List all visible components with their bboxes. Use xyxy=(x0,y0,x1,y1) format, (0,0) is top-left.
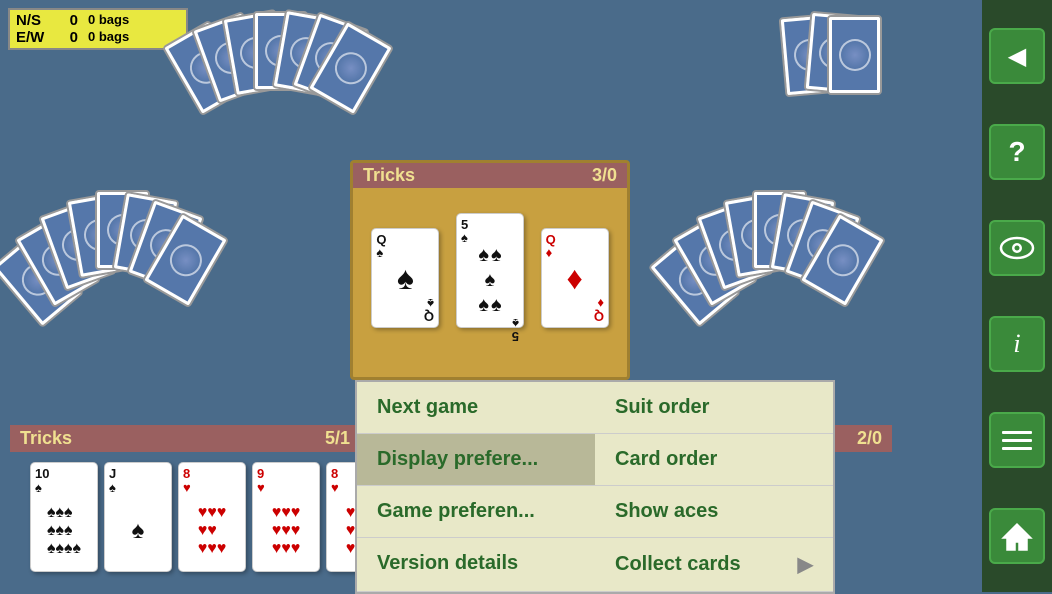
home-icon xyxy=(1001,520,1033,552)
hamburger-icon xyxy=(1002,429,1032,451)
menu-show-aces[interactable]: Show aces xyxy=(595,486,833,538)
menu-next-game[interactable]: Next game xyxy=(357,382,595,434)
home-button[interactable] xyxy=(989,508,1045,564)
menu-card-order[interactable]: Card order xyxy=(595,434,833,486)
east-card xyxy=(827,15,882,95)
game-area: N/S 0 0 bags E/W 0 0 bags xyxy=(0,0,982,592)
eye-icon xyxy=(999,236,1035,260)
south-card-1[interactable]: 10♠ ♠♠♠♠♠♠♠♠♠♠ xyxy=(30,462,98,572)
collect-cards-label: Collect cards xyxy=(615,553,741,576)
center-tricks-bar: Tricks 3/0 xyxy=(353,163,627,188)
menu-grid: Next game Suit order Display prefere... … xyxy=(357,382,833,592)
menu-suit-order[interactable]: Suit order xyxy=(595,382,833,434)
east-hand xyxy=(667,190,887,340)
menu-collect-cards[interactable]: Collect cards ▶ xyxy=(595,538,833,592)
ns-bags: 0 bags xyxy=(88,12,129,29)
west-hand xyxy=(10,190,230,340)
bottom-tricks-value: 5/1 xyxy=(325,428,350,449)
back-button[interactable]: ◀ xyxy=(989,28,1045,84)
ns-score: 0 xyxy=(58,12,78,29)
ew-score-row: E/W 0 0 bags xyxy=(16,29,180,46)
ew-score: 0 xyxy=(58,29,78,46)
ns-score-row: N/S 0 0 bags xyxy=(16,12,180,29)
context-menu: Next game Suit order Display prefere... … xyxy=(355,380,835,594)
menu-display-prefs[interactable]: Display prefere... xyxy=(357,434,595,486)
collect-cards-arrow: ▶ xyxy=(798,552,813,577)
menu-button[interactable] xyxy=(989,412,1045,468)
south-card-3[interactable]: 8♥ ♥♥♥♥♥♥♥♥ xyxy=(178,462,246,572)
north-played-card[interactable]: 5♠ ♠♠ ♠ ♠♠ 5♠ xyxy=(456,213,524,328)
ew-bags: 0 bags xyxy=(88,29,129,46)
table-cards: Q♠ ♠ Q♠ 5♠ ♠♠ ♠ ♠♠ 5♠ Q♦ ♦ xyxy=(353,188,627,368)
menu-version[interactable]: Version details xyxy=(357,538,595,592)
east-hand-top xyxy=(777,10,887,110)
south-tricks-bar: Tricks 5/1 xyxy=(10,425,360,452)
tricks-value: 3/0 xyxy=(592,165,617,186)
scoreboard: N/S 0 0 bags E/W 0 0 bags xyxy=(8,8,188,50)
bottom-tricks-label: Tricks xyxy=(20,428,72,449)
south-card-4[interactable]: 9♥ ♥♥♥♥♥♥♥♥♥ xyxy=(252,462,320,572)
sidebar: ◀ ? i xyxy=(982,0,1052,592)
info-button[interactable]: i xyxy=(989,316,1045,372)
ns-label: N/S xyxy=(16,12,48,29)
menu-game-prefs[interactable]: Game preferen... xyxy=(357,486,595,538)
south-card-2[interactable]: J♠ ♠ xyxy=(104,462,172,572)
center-table: Tricks 3/0 Q♠ ♠ Q♠ 5♠ ♠♠ ♠ ♠♠ 5♠ xyxy=(350,160,630,380)
ew-label: E/W xyxy=(16,29,48,46)
east-played-card[interactable]: Q♦ ♦ Q♦ xyxy=(541,228,609,328)
north-hand xyxy=(168,8,388,128)
north-tricks-value: 2/0 xyxy=(857,428,882,448)
west-played-card[interactable]: Q♠ ♠ Q♠ xyxy=(371,228,439,328)
tricks-label: Tricks xyxy=(363,165,415,186)
view-button[interactable] xyxy=(989,220,1045,276)
help-button[interactable]: ? xyxy=(989,124,1045,180)
